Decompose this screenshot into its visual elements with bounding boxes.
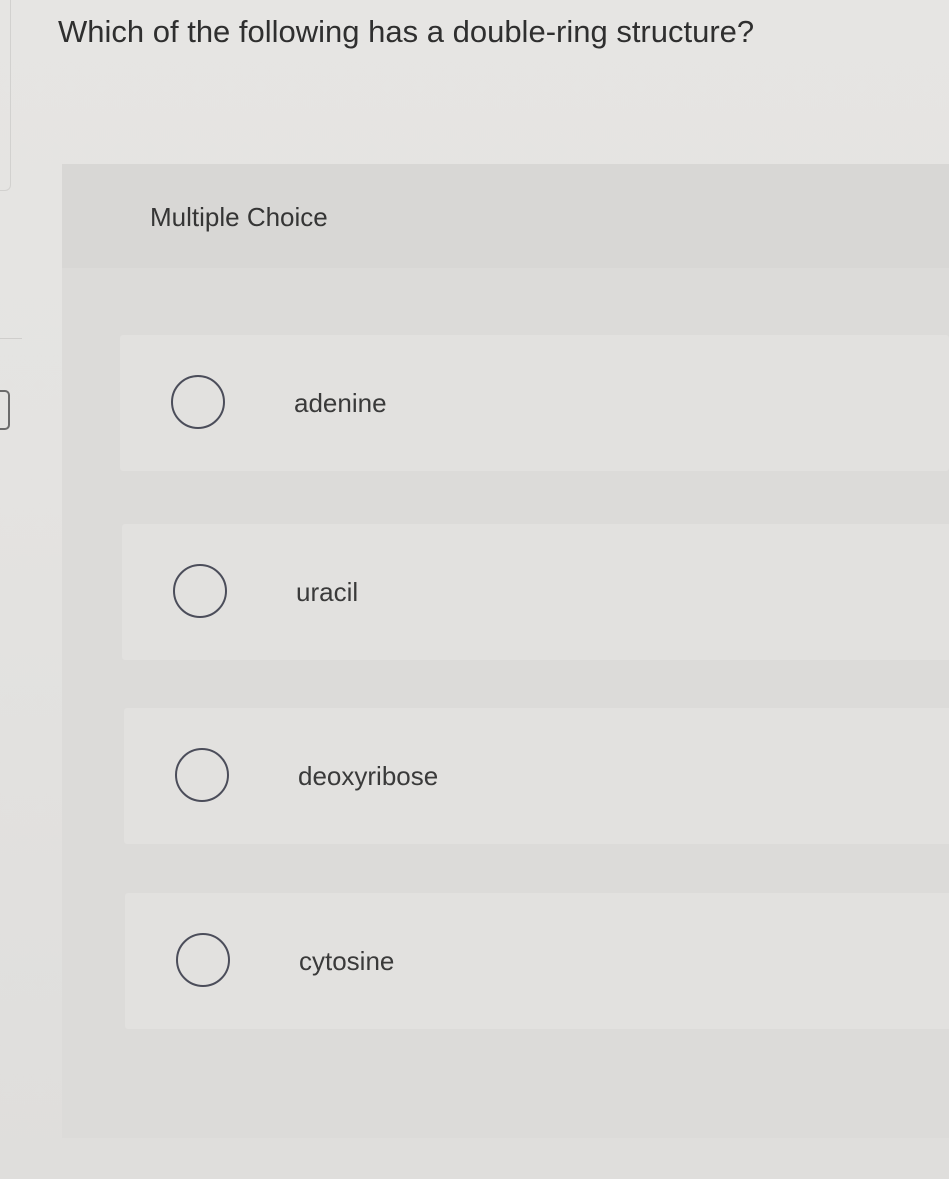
choice-label: deoxyribose [298,761,439,791]
choice-option-uracil[interactable]: uracil [122,524,949,660]
radio-button-icon[interactable] [171,375,225,429]
choice-label: cytosine [299,946,395,976]
choice-option-deoxyribose[interactable]: deoxyribose [124,708,949,844]
multiple-choice-label: Multiple Choice [150,202,328,232]
question-text: Which of the following has a double-ring… [58,14,755,49]
radio-button-icon[interactable] [175,748,229,802]
choice-label: adenine [294,388,387,418]
divider [0,338,22,339]
choice-option-adenine[interactable]: adenine [120,335,949,471]
multiple-choice-header: Multiple Choice [62,164,949,268]
choice-label: uracil [296,577,359,607]
side-tab-handle[interactable] [0,390,10,430]
multiple-choice-panel: Multiple Choice adenine uracil deoxyribo… [62,164,949,1138]
radio-button-icon[interactable] [176,933,230,987]
choice-option-cytosine[interactable]: cytosine [125,893,949,1029]
radio-button-icon[interactable] [173,564,227,618]
previous-panel-edge [0,0,11,191]
